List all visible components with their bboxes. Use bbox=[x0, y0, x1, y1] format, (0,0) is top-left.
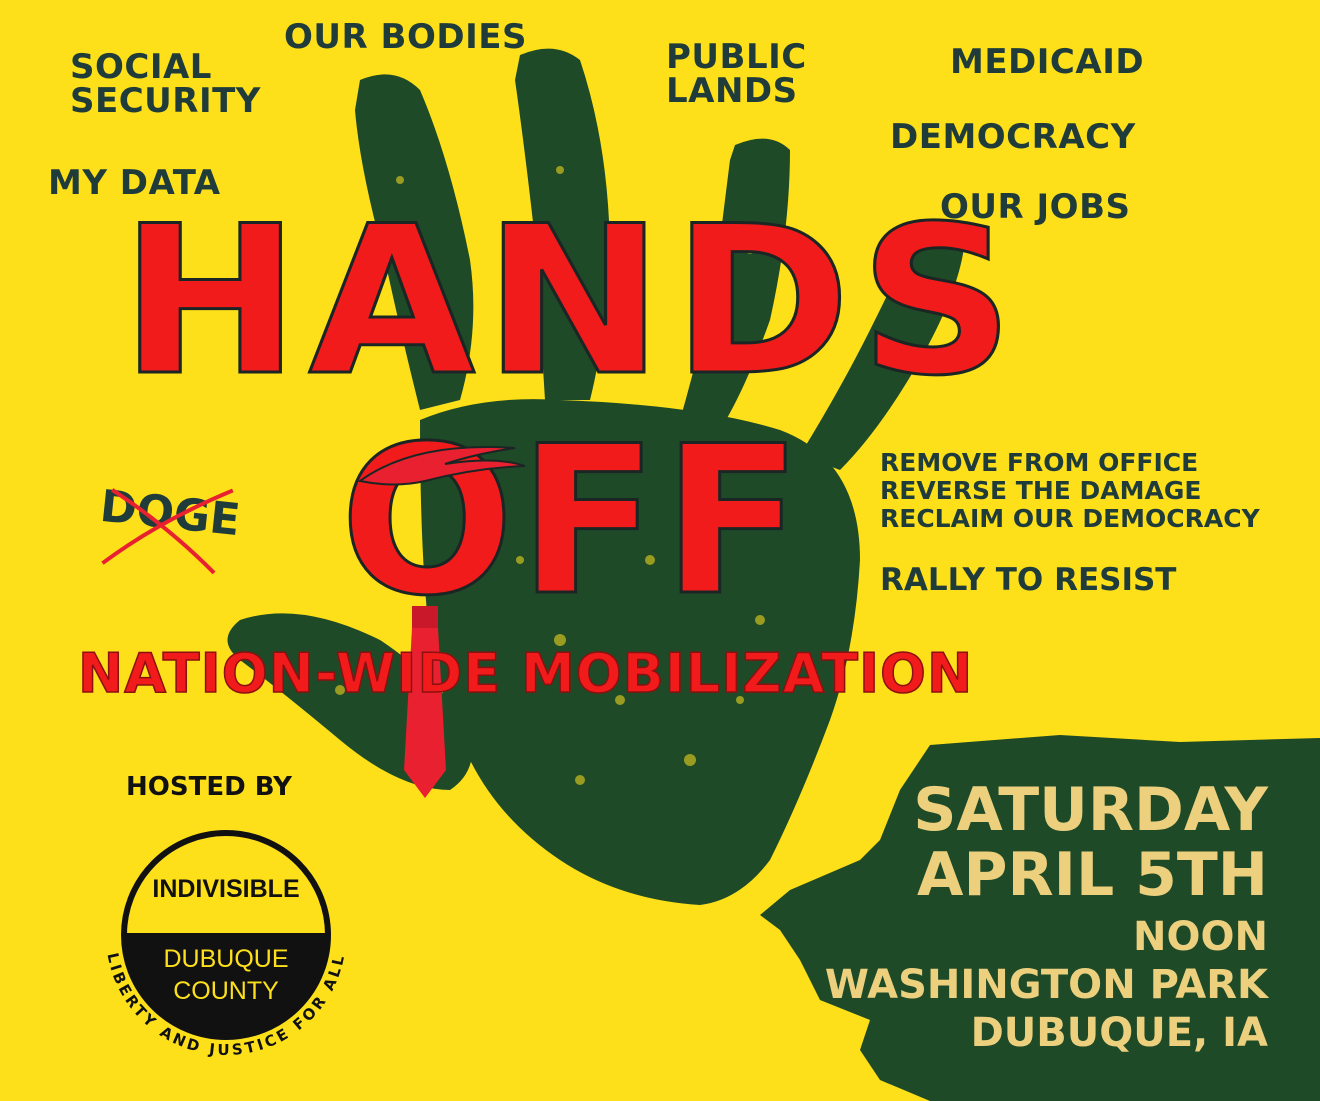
topic-public-lands: PUBLIC LANDS bbox=[666, 37, 807, 111]
event-date: APRIL 5TH bbox=[917, 840, 1268, 910]
doge-crossed: DOGE bbox=[98, 481, 242, 575]
logo-bottom-1: DUBUQUE bbox=[163, 945, 288, 973]
event-city: DUBUQUE, IA bbox=[970, 1010, 1268, 1056]
goal-reclaim: RECLAIM OUR DEMOCRACY bbox=[880, 504, 1260, 533]
event-time: NOON bbox=[1133, 914, 1268, 960]
subtitle-mobilization: NATION-WIDE MOBILIZATION bbox=[77, 642, 974, 705]
hosted-by-label: HOSTED BY bbox=[126, 772, 292, 802]
event-place: WASHINGTON PARK bbox=[824, 962, 1268, 1008]
cross-out-icon bbox=[101, 488, 234, 575]
topic-medicaid: MEDICAID bbox=[950, 42, 1145, 82]
rally-to-resist: RALLY TO RESIST bbox=[880, 562, 1177, 598]
title-hands: HANDS bbox=[118, 183, 1023, 421]
logo-top-text: INDIVISIBLE bbox=[152, 875, 299, 903]
topic-our-bodies: OUR BODIES bbox=[284, 17, 527, 57]
goal-remove: REMOVE FROM OFFICE bbox=[880, 448, 1199, 477]
hair-swoosh-icon bbox=[357, 445, 526, 486]
topic-democracy: DEMOCRACY bbox=[890, 117, 1136, 157]
logo-bottom-2: COUNTY bbox=[173, 977, 279, 1005]
topic-social-security: SOCIAL SECURITY bbox=[70, 47, 261, 121]
goal-reverse: REVERSE THE DAMAGE bbox=[880, 476, 1202, 505]
event-day: SATURDAY bbox=[913, 775, 1268, 845]
poster: SOCIAL SECURITY OUR BODIES PUBLIC LANDS ME… bbox=[0, 0, 1320, 1101]
indivisible-logo: INDIVISIBLE DUBUQUE COUNTY LIBERTY AND J… bbox=[103, 830, 346, 1059]
